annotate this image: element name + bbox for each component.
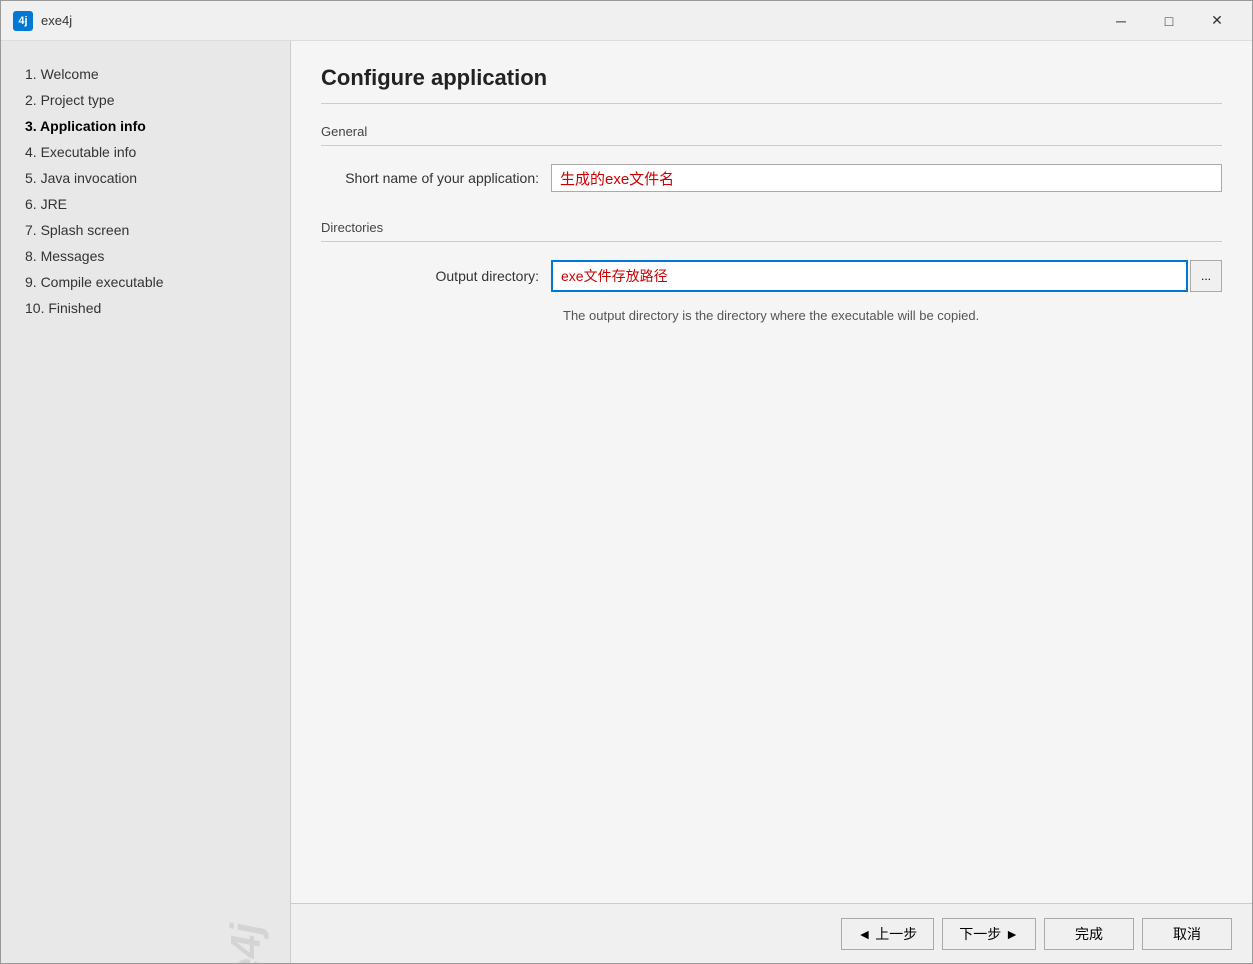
finish-button[interactable]: 完成 — [1044, 918, 1134, 950]
sidebar-nav: 1. Welcome 2. Project type 3. Applicatio… — [1, 61, 290, 943]
directories-section: Directories Output directory: ... The ou… — [321, 220, 1222, 323]
directory-row: ... — [551, 260, 1222, 292]
sidebar-item-messages[interactable]: 8. Messages — [17, 243, 274, 269]
window-body: 1. Welcome 2. Project type 3. Applicatio… — [1, 41, 1252, 963]
sidebar: 1. Welcome 2. Project type 3. Applicatio… — [1, 41, 291, 963]
short-name-label: Short name of your application: — [321, 170, 551, 186]
sidebar-item-splash-screen[interactable]: 7. Splash screen — [17, 217, 274, 243]
output-directory-row: Output directory: ... — [321, 256, 1222, 296]
minimize-button[interactable]: ─ — [1098, 6, 1144, 36]
main-content: Configure application General Short name… — [291, 41, 1252, 963]
sidebar-item-project-type[interactable]: 2. Project type — [17, 87, 274, 113]
short-name-input[interactable] — [551, 164, 1222, 192]
output-directory-hint: The output directory is the directory wh… — [551, 308, 1222, 323]
sidebar-item-jre[interactable]: 6. JRE — [17, 191, 274, 217]
window-title: exe4j — [41, 13, 1098, 28]
close-button[interactable]: ✕ — [1194, 6, 1240, 36]
footer: ◄ 上一步 下一步 ► 完成 取消 — [291, 903, 1252, 963]
page-title: Configure application — [321, 65, 1222, 104]
sidebar-item-java-invocation[interactable]: 5. Java invocation — [17, 165, 274, 191]
output-directory-input[interactable] — [551, 260, 1188, 292]
sidebar-item-welcome[interactable]: 1. Welcome — [17, 61, 274, 87]
prev-button[interactable]: ◄ 上一步 — [841, 918, 935, 950]
general-section: General Short name of your application: — [321, 124, 1222, 196]
main-window: 4j exe4j ─ □ ✕ 1. Welcome 2. Project typ… — [0, 0, 1253, 964]
sidebar-item-executable-info[interactable]: 4. Executable info — [17, 139, 274, 165]
window-controls: ─ □ ✕ — [1098, 6, 1240, 36]
sidebar-item-application-info[interactable]: 3. Application info — [17, 113, 274, 139]
general-section-label: General — [321, 124, 1222, 146]
next-button[interactable]: 下一步 ► — [942, 918, 1036, 950]
maximize-button[interactable]: □ — [1146, 6, 1192, 36]
cancel-button[interactable]: 取消 — [1142, 918, 1232, 950]
short-name-row: Short name of your application: — [321, 160, 1222, 196]
output-directory-label: Output directory: — [321, 268, 551, 284]
directories-section-label: Directories — [321, 220, 1222, 242]
title-bar: 4j exe4j ─ □ ✕ — [1, 1, 1252, 41]
browse-button[interactable]: ... — [1190, 260, 1222, 292]
content-area: Configure application General Short name… — [291, 41, 1252, 903]
sidebar-watermark: exe4j — [222, 923, 270, 963]
sidebar-item-compile-executable[interactable]: 9. Compile executable — [17, 269, 274, 295]
sidebar-item-finished[interactable]: 10. Finished — [17, 295, 274, 321]
app-icon: 4j — [13, 11, 33, 31]
